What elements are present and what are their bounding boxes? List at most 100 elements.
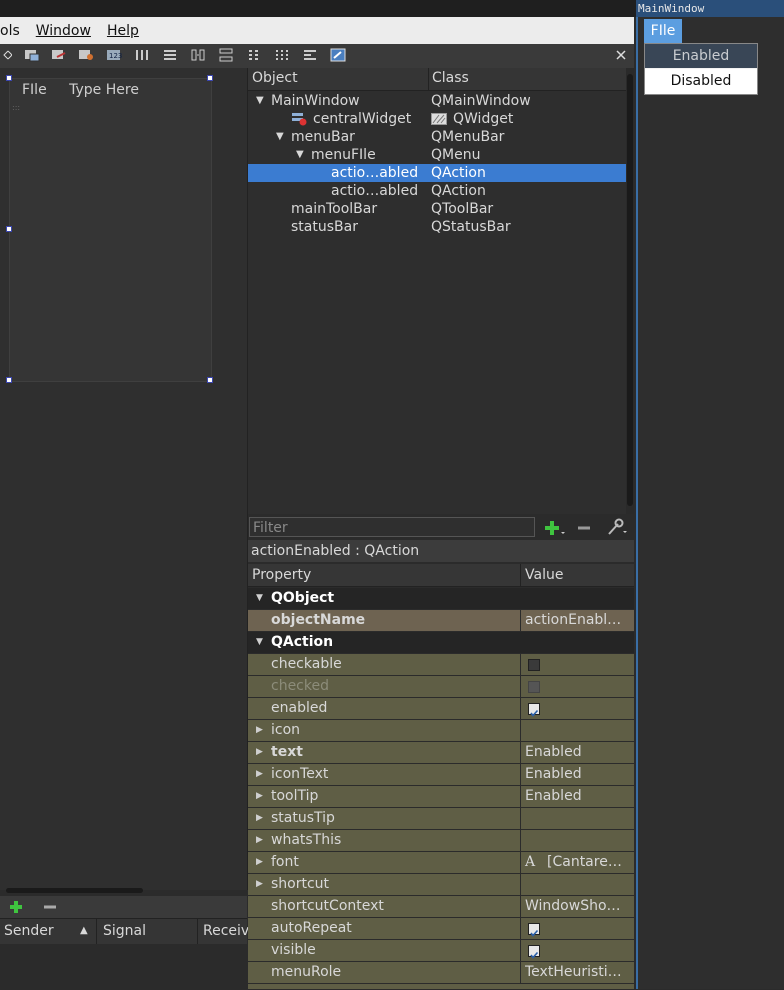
preview-action-disabled[interactable]: Disabled <box>645 69 757 94</box>
horizontal-scrollbar[interactable] <box>6 888 143 893</box>
prop-menurole[interactable]: menuRole TextHeuristi… <box>248 962 634 984</box>
preview-action-enabled[interactable]: Enabled <box>645 44 757 68</box>
expanded-arrow-icon[interactable]: ▼ <box>256 92 264 110</box>
form-menu-file[interactable]: FIle <box>22 82 47 98</box>
form-menu-type-here[interactable]: Type Here <box>69 82 139 98</box>
prop-font[interactable]: ▶ font A [Cantare… <box>248 852 634 874</box>
resize-handle[interactable] <box>207 377 213 383</box>
collapsed-arrow-icon[interactable]: ▶ <box>256 830 263 851</box>
prop-value[interactable]: Enabled <box>525 742 631 763</box>
prop-statustip[interactable]: ▶ statusTip <box>248 808 634 830</box>
expanded-arrow-icon[interactable]: ▼ <box>256 632 263 653</box>
prop-value[interactable]: WindowSho… <box>525 896 631 917</box>
tree-row-action-disabled[interactable]: actio…abled QAction <box>248 182 626 200</box>
layout-grid-icon[interactable] <box>274 48 290 62</box>
tree-row-maintoolbar[interactable]: mainToolBar QToolBar <box>248 200 626 218</box>
layout-splitter-vertical-icon[interactable] <box>218 48 234 62</box>
prop-value[interactable]: actionEnabl… <box>525 610 631 631</box>
layout-horizontal-icon[interactable] <box>134 48 150 62</box>
tree-row-action-enabled[interactable]: actio…abled QAction <box>248 164 626 182</box>
preview-menu-file[interactable]: FIle <box>644 19 682 43</box>
edit-signals-slots-icon[interactable] <box>51 48 67 62</box>
prop-value[interactable]: [Cantare… <box>547 852 631 873</box>
enabled-checkbox[interactable] <box>528 703 540 717</box>
edit-buddies-icon[interactable] <box>78 48 94 62</box>
autorepeat-checkbox[interactable] <box>528 923 540 937</box>
resize-handle[interactable] <box>207 75 213 81</box>
group-qobject[interactable]: ▼ QObject <box>248 588 634 610</box>
remove-dynamic-property-icon[interactable] <box>576 520 592 536</box>
add-dynamic-property-icon[interactable] <box>544 519 566 537</box>
collapsed-arrow-icon[interactable]: ▶ <box>256 786 263 807</box>
prop-tooltip[interactable]: ▶ toolTip Enabled <box>248 786 634 808</box>
collapsed-arrow-icon[interactable]: ▶ <box>256 742 263 763</box>
menu-window[interactable]: Window <box>36 23 91 39</box>
prop-value[interactable]: Enabled <box>525 764 631 785</box>
close-form-icon[interactable] <box>614 48 628 62</box>
object-name: menuFIle <box>311 147 376 163</box>
group-qaction[interactable]: ▼ QAction <box>248 632 634 654</box>
prop-checked[interactable]: checked <box>248 676 634 698</box>
collapsed-arrow-icon[interactable]: ▶ <box>256 874 263 895</box>
configure-wrench-icon[interactable] <box>606 518 628 536</box>
tree-row-statusbar[interactable]: statusBar QStatusBar <box>248 218 626 236</box>
layout-splitter-horizontal-icon[interactable] <box>190 48 206 62</box>
toolbar-scroll-left-icon[interactable] <box>2 48 12 62</box>
prop-objectname[interactable]: objectName actionEnabl… <box>248 610 634 632</box>
tree-row-menubar[interactable]: ▼ menuBar QMenuBar <box>248 128 626 146</box>
collapsed-arrow-icon[interactable]: ▶ <box>256 808 263 829</box>
svg-text:123: 123 <box>109 52 122 60</box>
column-object[interactable]: Object <box>252 70 298 86</box>
visible-checkbox[interactable] <box>528 945 540 959</box>
add-connection-icon[interactable] <box>8 899 24 915</box>
prop-checkable[interactable]: checkable <box>248 654 634 676</box>
prop-shortcutcontext[interactable]: shortcutContext WindowSho… <box>248 896 634 918</box>
column-property[interactable]: Property <box>252 564 311 586</box>
resize-handle[interactable] <box>6 377 12 383</box>
prop-autorepeat[interactable]: autoRepeat <box>248 918 634 940</box>
expanded-arrow-icon[interactable]: ▼ <box>276 128 284 146</box>
preview-window <box>636 0 784 989</box>
collapsed-arrow-icon[interactable]: ▶ <box>256 764 263 785</box>
class-name: QAction <box>431 183 486 199</box>
prop-icon[interactable]: ▶ icon <box>248 720 634 742</box>
resize-handle[interactable] <box>6 226 12 232</box>
column-value[interactable]: Value <box>525 564 563 586</box>
signal-slot-toolbar <box>0 896 247 918</box>
break-layout-icon[interactable] <box>302 48 318 62</box>
sort-ascending-icon: ▲ <box>80 925 88 936</box>
prop-icontext[interactable]: ▶ iconText Enabled <box>248 764 634 786</box>
prop-enabled[interactable]: enabled <box>248 698 634 720</box>
menu-help[interactable]: Help <box>107 23 139 39</box>
column-sender[interactable]: Sender <box>4 923 54 939</box>
tree-row-centralwidget[interactable]: centralWidget QWidget <box>248 110 626 128</box>
tree-row-mainwindow[interactable]: ▼ MainWindow QMainWindow <box>248 92 626 110</box>
prop-value[interactable]: Enabled <box>525 786 631 807</box>
prop-value[interactable]: TextHeuristi… <box>525 962 631 983</box>
column-receiver[interactable]: Receiv <box>203 923 249 939</box>
prop-name: checked <box>271 678 329 694</box>
adjust-size-icon[interactable] <box>330 48 346 62</box>
column-signal[interactable]: Signal <box>103 923 146 939</box>
remove-connection-icon[interactable] <box>42 899 58 915</box>
prop-text[interactable]: ▶ text Enabled <box>248 742 634 764</box>
menu-tools[interactable]: ols <box>0 23 20 39</box>
vertical-scrollbar[interactable] <box>626 68 634 514</box>
expanded-arrow-icon[interactable]: ▼ <box>296 146 304 164</box>
filter-input[interactable]: Filter <box>249 517 535 537</box>
edit-widgets-icon[interactable] <box>24 48 40 62</box>
layout-form-icon[interactable] <box>246 48 262 62</box>
checkable-checkbox[interactable] <box>528 659 540 671</box>
tree-row-menufile[interactable]: ▼ menuFIle QMenu <box>248 146 626 164</box>
expanded-arrow-icon[interactable]: ▼ <box>256 588 263 609</box>
collapsed-arrow-icon[interactable]: ▶ <box>256 852 263 873</box>
prop-whatsthis[interactable]: ▶ whatsThis <box>248 830 634 852</box>
prop-visible[interactable]: visible <box>248 940 634 962</box>
edit-tab-order-icon[interactable]: 123 <box>106 48 122 62</box>
collapsed-arrow-icon[interactable]: ▶ <box>256 720 263 741</box>
column-class[interactable]: Class <box>432 70 469 86</box>
prop-shortcut[interactable]: ▶ shortcut <box>248 874 634 896</box>
resize-handle[interactable] <box>6 75 12 81</box>
main-window-form[interactable] <box>9 78 212 382</box>
layout-vertical-icon[interactable] <box>162 48 178 62</box>
